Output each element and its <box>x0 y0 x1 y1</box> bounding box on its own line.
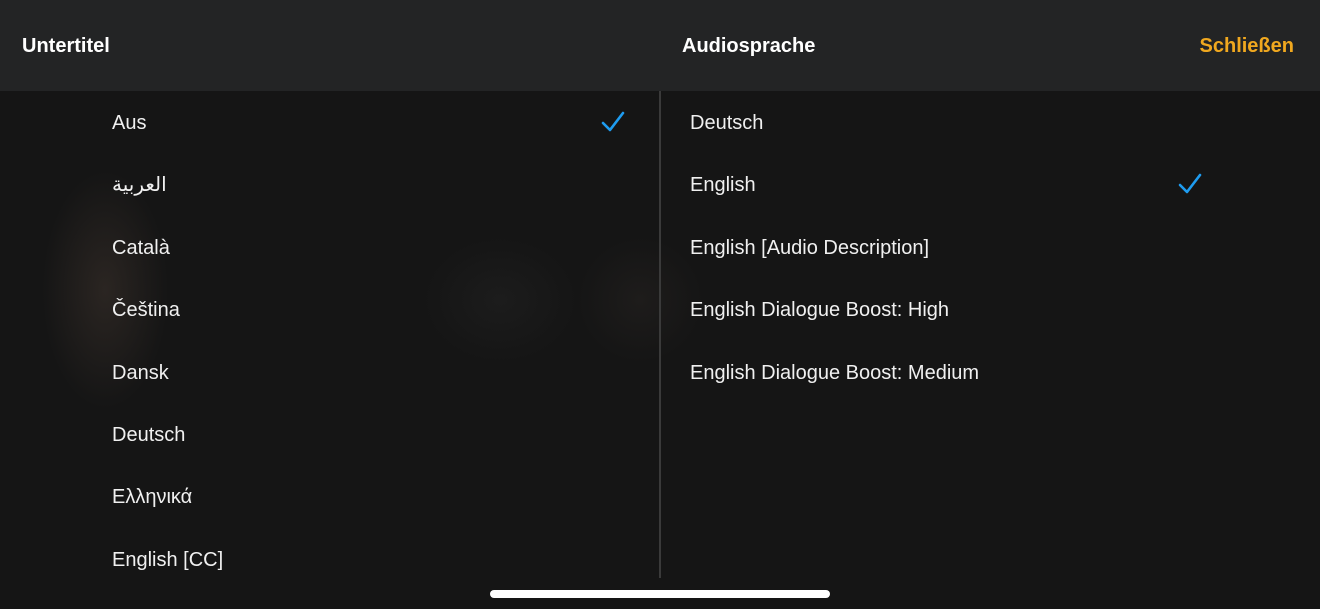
close-button[interactable]: Schließen <box>1200 34 1294 58</box>
subtitle-option-label: Ελληνικά <box>112 486 193 509</box>
subtitle-option-greek[interactable]: Ελληνικά <box>0 465 659 527</box>
checkmark-icon <box>601 111 625 132</box>
checkmark-icon <box>1178 174 1202 194</box>
audio-option-english-audio-description[interactable]: English [Audio Description] <box>661 216 1320 278</box>
audio-option-english-dialogue-boost-high[interactable]: English Dialogue Boost: High <box>661 278 1320 340</box>
subtitle-option-label: Català <box>112 236 170 259</box>
subtitle-option-label: English [CC] <box>112 548 224 571</box>
home-indicator[interactable] <box>490 590 830 598</box>
subtitle-option-arabic[interactable]: العربية <box>0 153 659 215</box>
audio-option-label: Deutsch <box>690 112 764 134</box>
subtitle-option-label: Dansk <box>112 361 169 384</box>
top-bar: Untertitel Audiosprache Schließen <box>0 0 1320 91</box>
language-selection-screen: Untertitel Audiosprache Schließen Aus ال… <box>0 0 1320 609</box>
audio-option-label: English <box>690 174 756 197</box>
subtitle-option-label: Deutsch <box>112 423 186 446</box>
audio-language-list: Deutsch English English [Audio Descripti… <box>661 91 1320 403</box>
subtitle-option-catalan[interactable]: Català <box>0 216 659 278</box>
subtitle-option-german[interactable]: Deutsch <box>0 403 659 465</box>
audio-option-label: English [Audio Description] <box>690 236 930 259</box>
subtitle-option-danish[interactable]: Dansk <box>0 341 659 403</box>
audio-option-label: English Dialogue Boost: Medium <box>690 361 980 384</box>
subtitle-option-czech[interactable]: Čeština <box>0 278 659 340</box>
subtitle-option-english-cc[interactable]: English [CC] <box>0 528 659 590</box>
audio-option-german[interactable]: Deutsch <box>661 91 1320 153</box>
audio-option-english[interactable]: English <box>661 153 1320 215</box>
subtitle-option-label: العربية <box>112 174 167 197</box>
subtitle-option-label: Čeština <box>112 299 180 322</box>
audio-option-label: English Dialogue Boost: High <box>690 299 950 322</box>
audio-language-heading: Audiosprache <box>682 35 816 57</box>
subtitle-option-label: Aus <box>112 112 147 134</box>
subtitle-option-off[interactable]: Aus <box>0 91 659 153</box>
audio-option-english-dialogue-boost-medium[interactable]: English Dialogue Boost: Medium <box>661 341 1320 403</box>
subtitles-heading: Untertitel <box>22 35 110 57</box>
subtitles-list: Aus العربية Català Čeština Dansk Deutsch… <box>0 91 659 590</box>
